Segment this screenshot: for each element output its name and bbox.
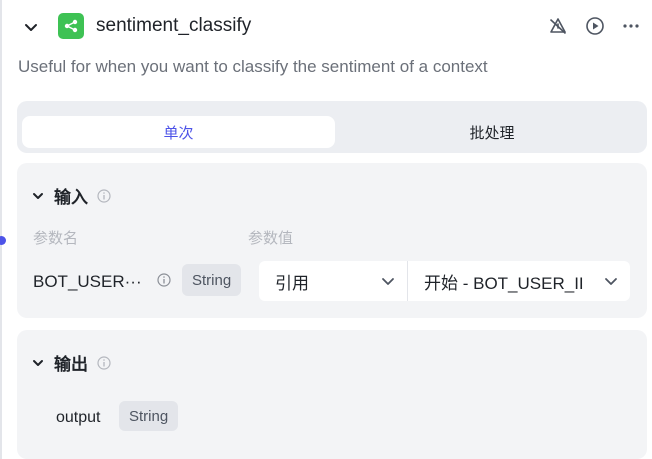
tab-batch[interactable]: 批处理 xyxy=(342,116,642,148)
input-port-dot[interactable] xyxy=(0,236,6,245)
no-alert-icon[interactable] xyxy=(547,15,569,37)
chevron-down-icon xyxy=(605,278,617,285)
chevron-down-icon xyxy=(382,278,394,285)
ref-mode-select[interactable]: 引用 xyxy=(259,261,408,301)
input-section-title: 输入 xyxy=(54,188,88,207)
param-name: BOT_USER··· xyxy=(33,272,142,291)
tab-single[interactable]: 单次 xyxy=(22,116,335,148)
chevron-down-icon[interactable] xyxy=(31,189,45,203)
info-icon[interactable] xyxy=(97,355,111,370)
output-section: 输出 output String xyxy=(17,330,647,459)
param-type-tag: String xyxy=(182,264,242,296)
input-section: 输入 参数名 参数值 BOT_USER··· String 引用 开始 - BO… xyxy=(17,163,647,318)
output-section-header: 输出 xyxy=(31,350,111,375)
plugin-node-icon xyxy=(58,13,84,39)
chevron-down-icon[interactable] xyxy=(22,18,40,36)
more-icon[interactable] xyxy=(620,15,642,37)
param-value-select[interactable]: 开始 - BOT_USER_II xyxy=(408,261,630,301)
param-value: 开始 - BOT_USER_II xyxy=(424,273,584,293)
info-icon[interactable] xyxy=(97,188,111,203)
output-param-name: output xyxy=(56,409,101,426)
node-title: sentiment_classify xyxy=(96,15,252,36)
chevron-down-icon[interactable] xyxy=(31,356,45,370)
output-type-tag: String xyxy=(119,401,179,431)
node-header: sentiment_classify xyxy=(0,0,652,52)
node-description: Useful for when you want to classify the… xyxy=(18,57,488,76)
ref-mode-value: 引用 xyxy=(275,273,309,293)
run-mode-tabs: 单次 批处理 xyxy=(17,101,647,153)
input-section-header: 输入 xyxy=(31,183,111,208)
param-value-column-label: 参数值 xyxy=(248,230,294,247)
info-icon[interactable] xyxy=(157,273,171,287)
play-icon[interactable] xyxy=(584,15,606,37)
param-name-column-label: 参数名 xyxy=(33,230,79,247)
output-section-title: 输出 xyxy=(54,355,88,374)
node-left-border xyxy=(0,0,2,459)
